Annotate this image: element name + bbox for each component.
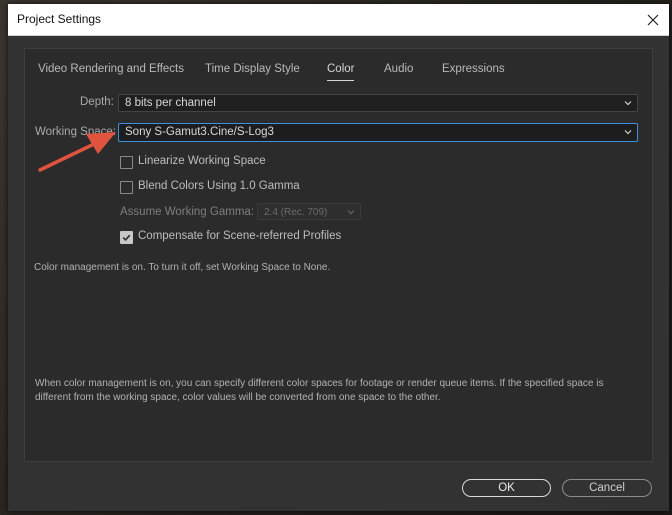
tab-color[interactable]: Color	[327, 63, 355, 81]
checkmark-icon	[122, 234, 131, 242]
working-space-select[interactable]: Sony S-Gamut3.Cine/S-Log3	[118, 123, 638, 142]
chevron-down-icon	[624, 101, 632, 106]
blend-gamma-checkbox[interactable]	[120, 181, 133, 194]
depth-label: Depth:	[80, 96, 114, 108]
project-settings-dialog: Project Settings Video Rendering and Eff…	[8, 4, 669, 511]
linearize-checkbox[interactable]	[120, 156, 133, 169]
blend-gamma-label: Blend Colors Using 1.0 Gamma	[138, 180, 300, 192]
help-text: When color management is on, you can spe…	[35, 377, 645, 405]
working-gamma-select[interactable]: 2.4 (Rec. 709)	[257, 203, 361, 220]
working-gamma-value: 2.4 (Rec. 709)	[264, 207, 328, 218]
close-icon	[647, 14, 659, 25]
title-bar: Project Settings	[8, 4, 669, 36]
help-text-line-2: different from the working space, color …	[35, 392, 441, 403]
depth-value: 8 bits per channel	[125, 97, 216, 109]
linearize-label: Linearize Working Space	[138, 155, 266, 167]
depth-select[interactable]: 8 bits per channel	[118, 94, 638, 112]
tab-expressions[interactable]: Expressions	[442, 63, 505, 75]
ok-button[interactable]: OK	[462, 479, 551, 497]
chevron-down-icon	[347, 210, 355, 215]
chevron-down-icon	[624, 130, 632, 135]
settings-panel: Video Rendering and Effects Time Display…	[24, 48, 653, 462]
tab-time-display-style[interactable]: Time Display Style	[205, 63, 300, 75]
tab-bar: Video Rendering and Effects Time Display…	[25, 63, 652, 83]
color-management-status: Color management is on. To turn it off, …	[34, 262, 331, 273]
window-title: Project Settings	[17, 12, 102, 26]
compensate-checkbox[interactable]	[120, 231, 133, 244]
close-button[interactable]	[637, 4, 669, 35]
tab-audio[interactable]: Audio	[384, 63, 413, 75]
compensate-label: Compensate for Scene-referred Profiles	[138, 230, 342, 242]
help-text-line-1: When color management is on, you can spe…	[35, 378, 604, 389]
arrow-annotation-icon	[38, 132, 116, 172]
working-space-value: Sony S-Gamut3.Cine/S-Log3	[125, 126, 274, 138]
cancel-button[interactable]: Cancel	[562, 479, 652, 497]
working-gamma-label: Assume Working Gamma:	[120, 206, 254, 218]
tab-video-rendering[interactable]: Video Rendering and Effects	[38, 63, 184, 75]
